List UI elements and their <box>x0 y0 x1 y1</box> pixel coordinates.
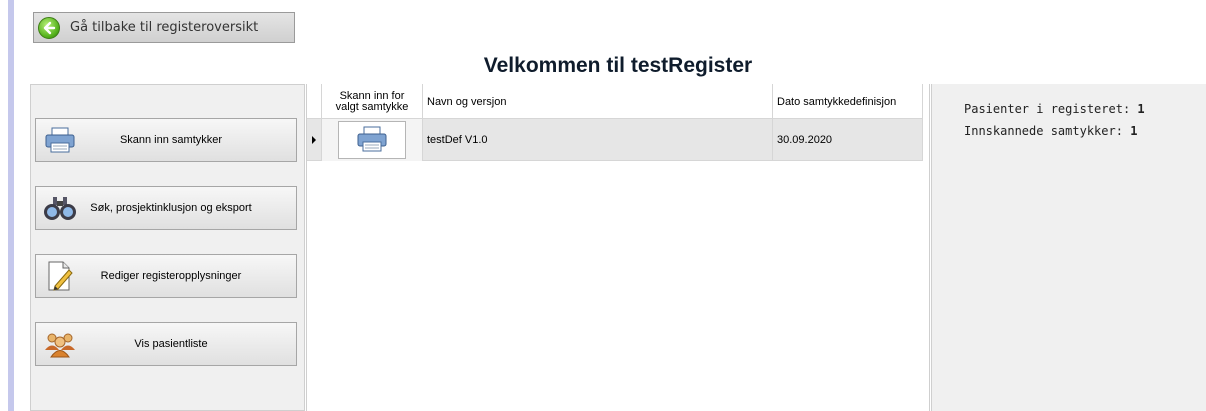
row-header-corner <box>307 84 322 119</box>
back-button-label: Gå tilbake til registeroversikt <box>70 20 259 35</box>
scanned-count: Innskannede samtykker: 1 <box>964 124 1137 138</box>
column-header-date[interactable]: Dato samtykkedefinisjon <box>773 84 923 119</box>
show-patient-list-label: Vis pasientliste <box>134 338 208 350</box>
window-edge-stripe <box>8 0 14 411</box>
edit-document-icon <box>40 259 80 293</box>
grid-header: Skann inn for valgt samtykke Navn og ver… <box>307 84 923 119</box>
scan-consents-label: Skann inn samtykker <box>119 134 223 146</box>
page-title: Velkommen til testRegister <box>483 54 753 77</box>
row-selector[interactable] <box>307 119 322 161</box>
search-export-label: Søk, prosjektinklusjon og eksport <box>90 202 252 214</box>
patients-value: 1 <box>1137 102 1145 116</box>
patients-icon <box>40 327 80 361</box>
scanned-value: 1 <box>1130 124 1138 138</box>
back-to-overview-button[interactable]: Gå tilbake til registeroversikt <box>33 12 295 43</box>
edit-register-info-button[interactable]: Rediger registeropplysninger <box>35 254 297 298</box>
actions-panel: Skann inn samtykker Søk, prosjektinklusj… <box>30 84 305 411</box>
binoculars-icon <box>40 191 80 225</box>
table-row[interactable]: testDef V1.0 30.09.2020 <box>307 119 923 161</box>
consent-definitions-grid: Skann inn for valgt samtykke Navn og ver… <box>306 84 930 411</box>
printer-icon <box>40 123 80 157</box>
patients-count: Pasienter i registeret: 1 <box>964 102 1145 116</box>
scan-row-button[interactable] <box>338 121 406 159</box>
date-cell: 30.09.2020 <box>773 119 923 161</box>
name-version-cell: testDef V1.0 <box>423 119 773 161</box>
register-window: Gå tilbake til registeroversikt Velkomme… <box>0 0 1206 411</box>
show-patient-list-button[interactable]: Vis pasientliste <box>35 322 297 366</box>
stats-panel: Pasienter i registeret: 1 Innskannede sa… <box>931 84 1206 411</box>
row-pointer-icon <box>312 136 316 144</box>
column-header-name[interactable]: Navn og versjon <box>423 84 773 119</box>
scan-consents-button[interactable]: Skann inn samtykker <box>35 118 297 162</box>
column-header-scan[interactable]: Skann inn for valgt samtykke <box>322 84 423 119</box>
search-export-button[interactable]: Søk, prosjektinklusjon og eksport <box>35 186 297 230</box>
scanned-label: Innskannede samtykker: <box>964 124 1123 138</box>
back-arrow-icon <box>38 16 60 39</box>
edit-register-info-label: Rediger registeropplysninger <box>100 270 242 282</box>
patients-label: Pasienter i registeret: <box>964 102 1131 116</box>
scan-cell <box>322 119 423 161</box>
printer-icon <box>356 125 388 156</box>
